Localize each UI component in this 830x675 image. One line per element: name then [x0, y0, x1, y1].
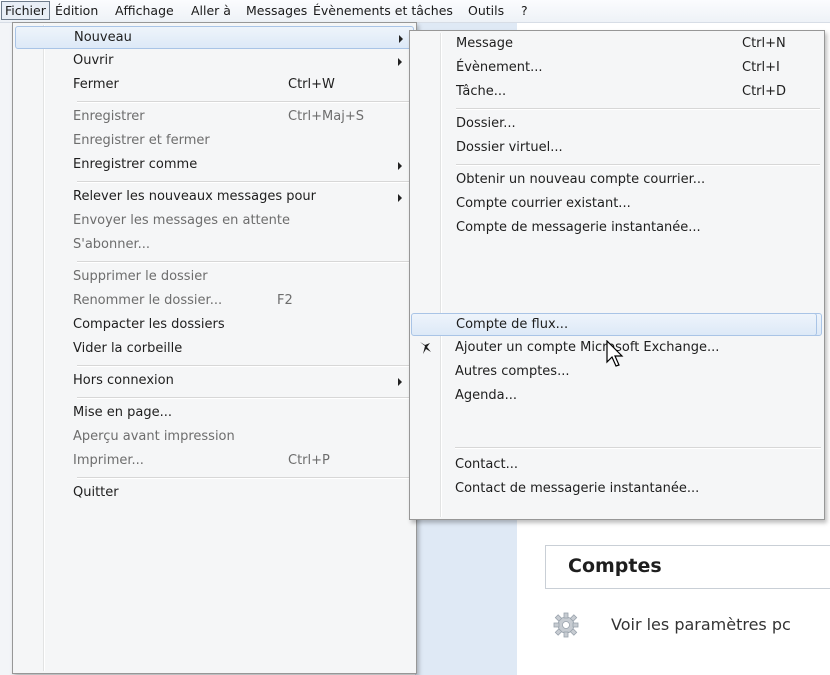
menu-item-label: Imprimer... [73, 453, 144, 468]
menu-item-label: Fermer [73, 77, 119, 92]
menu-affichage[interactable]: Affichage [112, 2, 177, 19]
menu-separator [456, 108, 820, 110]
menu-item-abonner[interactable]: S'abonner... [15, 234, 414, 257]
menu-messages[interactable]: Messages [243, 2, 310, 19]
menu-item-label: Relever les nouveaux messages pour [73, 189, 317, 204]
menu-item-mise-en-page[interactable]: Mise en page... [15, 402, 414, 425]
submenu-item-dossier-virtuel[interactable]: Dossier virtuel... [412, 137, 822, 160]
menu-item-label: Quitter [73, 485, 119, 500]
menu-item-compacter-dossiers[interactable]: Compacter les dossiers [15, 314, 414, 337]
menu-item-label: Compte de messagerie instantanée... [456, 220, 701, 235]
submenu-item-compte-flux[interactable]: Compte de flux... [411, 313, 817, 336]
menu-item-label: Évènement... [456, 60, 543, 75]
gear-icon [553, 612, 579, 638]
submenu-arrow-icon [398, 194, 402, 202]
menu-item-shortcut: Ctrl+I [742, 60, 780, 75]
menu-separator [456, 164, 820, 166]
menu-item-apercu[interactable]: Aperçu avant impression [15, 426, 414, 449]
menu-item-shortcut: F2 [277, 293, 293, 308]
submenu-arrow-icon [398, 378, 402, 386]
menu-item-shortcut: Ctrl+P [288, 453, 330, 468]
accounts-title: Comptes [568, 555, 662, 577]
menu-separator [455, 447, 821, 449]
menu-item-label: Contact... [455, 457, 518, 472]
menu-item-label: Enregistrer et fermer [73, 133, 210, 148]
menu-item-label: Ajouter un compte Microsoft Exchange... [455, 340, 720, 355]
menu-edition[interactable]: Édition [52, 2, 101, 19]
menu-item-label: Supprimer le dossier [73, 269, 208, 284]
menu-item-label: Nouveau [74, 30, 132, 45]
menu-item-label: Enregistrer comme [73, 157, 198, 172]
menu-separator [77, 365, 412, 367]
menu-item-label: Compte de flux... [456, 317, 569, 332]
menu-item-vider-corbeille[interactable]: Vider la corbeille [15, 338, 414, 361]
menu-separator [77, 181, 412, 183]
submenu-item-compte-courrier-existant[interactable]: Compte courrier existant... [412, 193, 822, 216]
exchange-icon [420, 342, 431, 354]
menu-item-envoyer-messages[interactable]: Envoyer les messages en attente [15, 210, 414, 233]
submenu-arrow-icon [399, 35, 403, 43]
menu-item-label: Message [456, 36, 513, 51]
menu-item-renommer-dossier[interactable]: Renommer le dossier... F2 [15, 290, 414, 313]
menu-separator [77, 397, 412, 399]
submenu-item-contact[interactable]: Contact... [411, 454, 817, 477]
menu-item-label: Dossier virtuel... [456, 140, 563, 155]
menu-help[interactable]: ? [518, 2, 531, 19]
file-menu: Nouveau Ouvrir Fermer Ctrl+W Enregistrer… [12, 22, 417, 674]
menu-item-enregistrer-et-fermer[interactable]: Enregistrer et fermer [15, 130, 414, 153]
menu-item-label: Renommer le dossier... [73, 293, 223, 308]
menu-item-hors-connexion[interactable]: Hors connexion [15, 370, 414, 393]
menu-bar: Fichier Édition Affichage Aller à Messag… [0, 0, 830, 23]
menu-item-label: Compte courrier existant... [456, 196, 631, 211]
menu-item-enregistrer-comme[interactable]: Enregistrer comme [15, 154, 414, 177]
submenu-item-agenda[interactable]: Agenda... [411, 385, 817, 408]
submenu-arrow-icon [398, 58, 402, 66]
menu-aller-a[interactable]: Aller à [188, 2, 234, 19]
mouse-cursor-icon [606, 340, 624, 367]
menu-separator [77, 261, 412, 263]
menu-separator [77, 477, 412, 479]
accounts-section: Comptes [545, 545, 830, 589]
menu-outils[interactable]: Outils [465, 2, 507, 19]
submenu-item-compte-messagerie-instantanee[interactable]: Compte de messagerie instantanée... [412, 217, 822, 240]
menu-item-fermer[interactable]: Fermer Ctrl+W [15, 74, 414, 97]
menu-item-label: Agenda... [455, 388, 517, 403]
submenu-item-evenement[interactable]: Évènement... Ctrl+I [412, 57, 822, 80]
menu-item-relever-messages[interactable]: Relever les nouveaux messages pour [15, 186, 414, 209]
submenu-item-tache[interactable]: Tâche... Ctrl+D [412, 81, 822, 104]
menu-item-supprimer-dossier[interactable]: Supprimer le dossier [15, 266, 414, 289]
menu-item-nouveau[interactable]: Nouveau [15, 26, 414, 49]
menu-item-shortcut: Ctrl+D [742, 84, 787, 99]
menu-item-imprimer[interactable]: Imprimer... Ctrl+P [15, 450, 414, 473]
menu-item-label: Contact de messagerie instantanée... [455, 481, 700, 496]
menu-separator [77, 101, 412, 103]
menu-item-quitter[interactable]: Quitter [15, 482, 414, 505]
submenu-item-message[interactable]: Message Ctrl+N [412, 33, 822, 56]
submenu-item-contact-messagerie[interactable]: Contact de messagerie instantanée... [411, 478, 817, 501]
menu-item-ouvrir[interactable]: Ouvrir [15, 50, 414, 73]
menu-item-enregistrer[interactable]: Enregistrer Ctrl+Maj+S [15, 106, 414, 129]
menu-item-label: Autres comptes... [455, 364, 570, 379]
menu-item-label: Hors connexion [73, 373, 174, 388]
menu-fichier[interactable]: Fichier [1, 1, 50, 20]
menu-item-shortcut: Ctrl+Maj+S [288, 109, 364, 124]
menu-item-label: S'abonner... [73, 237, 151, 252]
submenu-item-nouveau-compte-courrier[interactable]: Obtenir un nouveau compte courrier... [412, 169, 822, 192]
menu-item-label: Compacter les dossiers [73, 317, 225, 332]
menu-item-label: Obtenir un nouveau compte courrier... [456, 172, 706, 187]
menu-item-label: Tâche... [456, 84, 507, 99]
menu-item-shortcut: Ctrl+W [288, 77, 335, 92]
menu-item-label: Dossier... [456, 116, 516, 131]
settings-text: Voir les paramètres pc [611, 615, 791, 634]
menu-item-label: Aperçu avant impression [73, 429, 235, 444]
menu-item-label: Envoyer les messages en attente [73, 213, 290, 228]
menu-item-label: Mise en page... [73, 405, 172, 420]
submenu-item-dossier[interactable]: Dossier... [412, 113, 822, 136]
menu-item-label: Ouvrir [73, 53, 114, 68]
menu-evenements-taches[interactable]: Évènements et tâches [310, 2, 456, 19]
menu-item-label: Vider la corbeille [73, 341, 183, 356]
menu-item-shortcut: Ctrl+N [742, 36, 786, 51]
menu-item-label: Enregistrer [73, 109, 145, 124]
submenu-arrow-icon [398, 162, 402, 170]
